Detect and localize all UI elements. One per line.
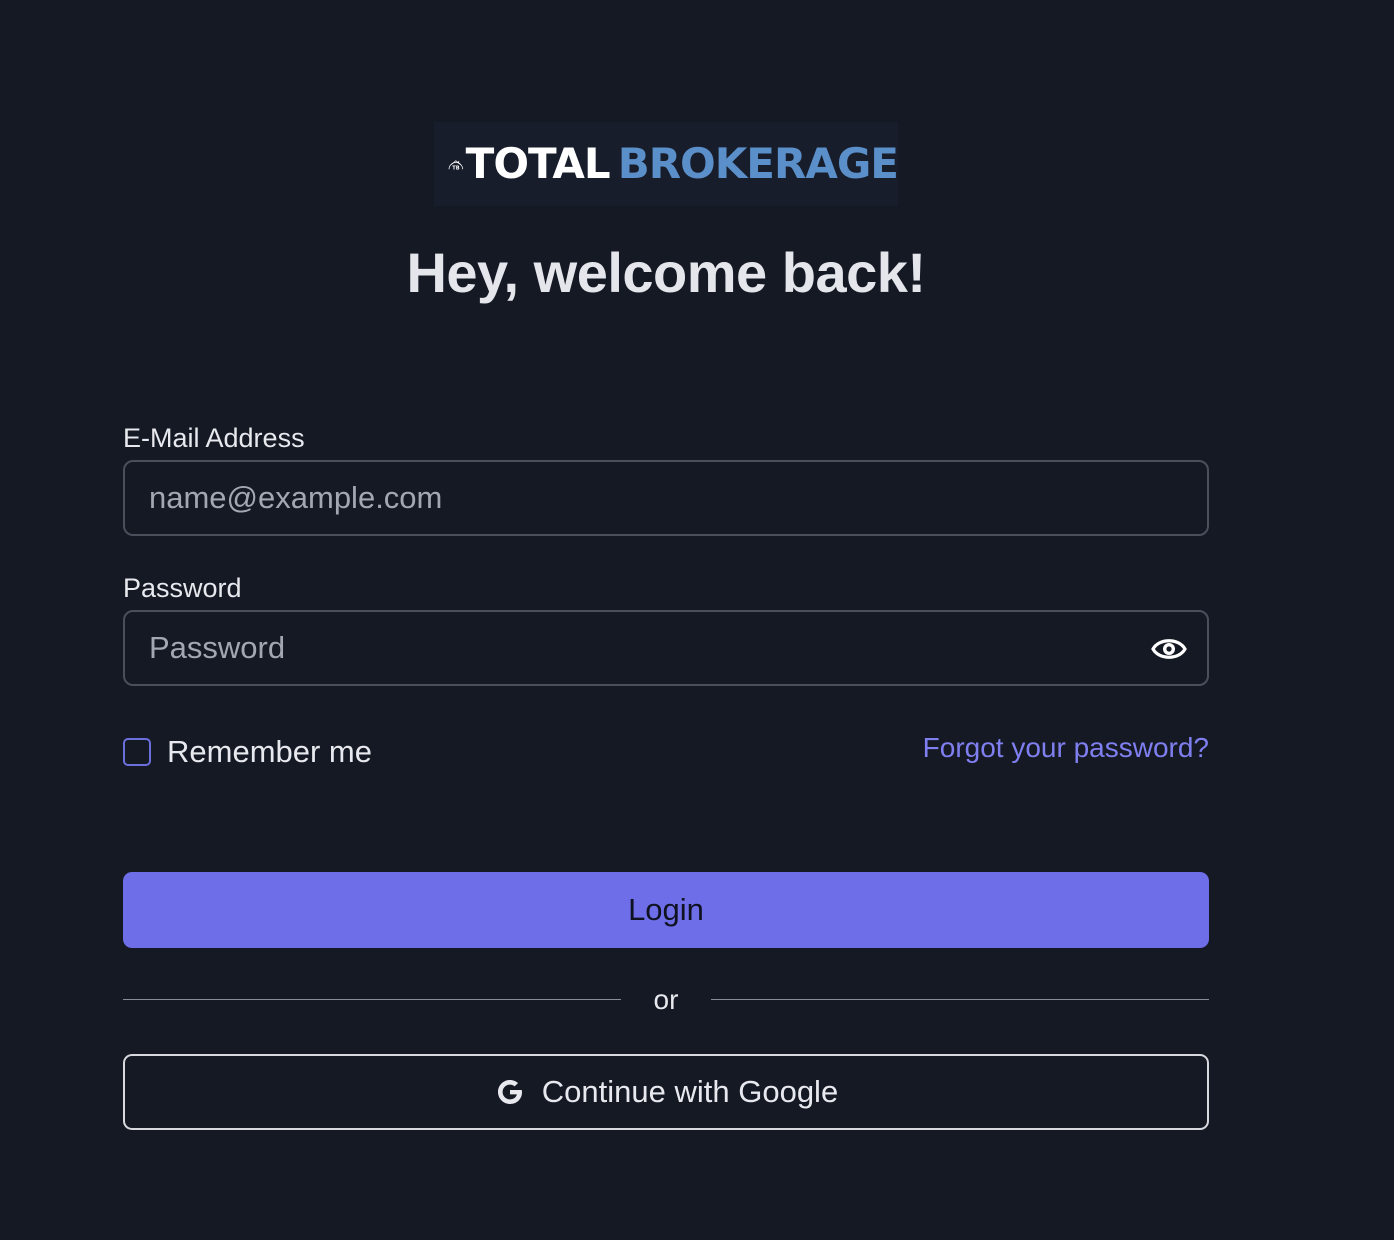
- password-label: Password: [123, 573, 242, 603]
- google-login-label: Continue with Google: [541, 1074, 839, 1109]
- email-field[interactable]: [149, 462, 1139, 534]
- password-field-container: [123, 610, 1209, 686]
- email-field-container: [123, 460, 1209, 536]
- divider-text: or: [653, 984, 679, 1015]
- remember-me-label[interactable]: Remember me: [167, 734, 372, 770]
- divider-line-left: [123, 999, 621, 1000]
- page-title: Hey, welcome back!: [406, 241, 926, 304]
- brand-logo: TB TOTAL BROKERAGE: [434, 122, 899, 206]
- logo-word-total: TOTAL: [465, 139, 611, 188]
- divider-line-right: [711, 999, 1209, 1000]
- eye-icon[interactable]: [1151, 634, 1187, 664]
- google-login-button[interactable]: Continue with Google: [123, 1054, 1209, 1130]
- login-page: TB TOTAL BROKERAGE Hey, welcome back! E-…: [0, 0, 1394, 1240]
- house-logo-icon: TB: [448, 160, 464, 171]
- logo-word-brokerage: BROKERAGE: [617, 139, 899, 188]
- remember-me-checkbox[interactable]: [123, 738, 151, 766]
- password-field[interactable]: [149, 612, 1139, 684]
- logo-mark-letters: TB: [452, 165, 459, 171]
- login-button[interactable]: Login: [123, 872, 1209, 948]
- forgot-password-link[interactable]: Forgot your password?: [923, 732, 1209, 764]
- remember-me: Remember me: [123, 734, 372, 770]
- google-icon: [497, 1080, 522, 1104]
- email-label: E-Mail Address: [123, 423, 305, 453]
